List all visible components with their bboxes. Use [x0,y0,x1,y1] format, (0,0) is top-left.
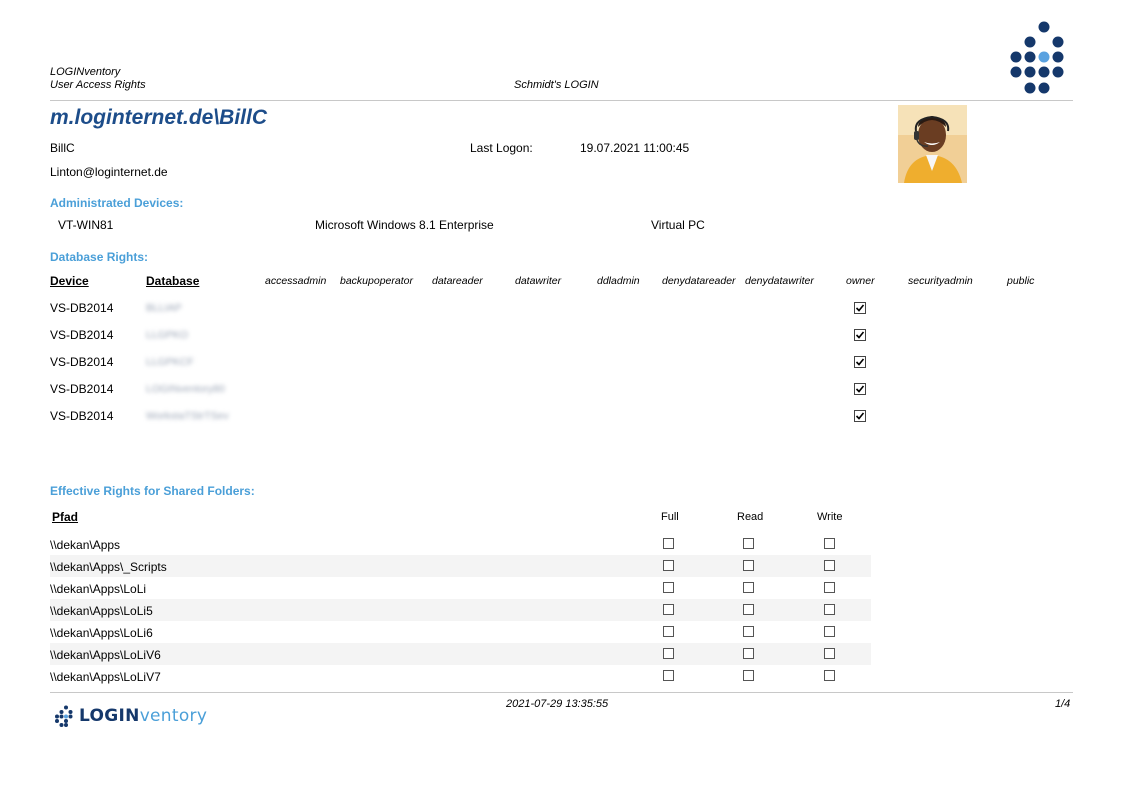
checkmark-icon [855,331,865,339]
db-row-device: VS-DB2014 [50,355,114,369]
db-row-device: VS-DB2014 [50,409,114,423]
dot-hexagon-logo-icon [55,705,73,727]
folder-path: \\dekan\Apps\LoLi6 [50,626,153,640]
footer-timestamp: 2021-07-29 13:35:55 [506,698,609,710]
write-checkbox[interactable] [824,560,835,571]
full-checkbox[interactable] [663,582,674,593]
read-checkbox[interactable] [743,538,754,549]
checkmark-icon [855,385,865,393]
footer-logo-text-light: ventory [139,706,208,726]
user-photo [898,105,967,183]
db-row-device: VS-DB2014 [50,382,114,396]
col-header-datareader: datareader [432,275,483,287]
read-checkbox[interactable] [743,560,754,571]
full-checkbox[interactable] [663,670,674,681]
report-name: User Access Rights [50,79,146,91]
read-checkbox[interactable] [743,670,754,681]
col-header-device: Device [50,274,89,288]
col-header-path: Pfad [52,510,79,524]
checkmark-icon [855,358,865,366]
dot-hexagon-logo-icon [1010,21,1064,94]
user-email: Linton@loginternet.de [50,165,168,179]
db-row-database: LOGINventory80 [146,383,225,395]
device-os: Microsoft Windows 8.1 Enterprise [315,218,494,232]
col-header-write: Write [817,511,843,523]
db-row-database: LLGPKCF [146,356,194,368]
db-row-device: VS-DB2014 [50,301,114,315]
col-header-backupoperator: backupoperator [340,275,413,287]
owner-checkbox[interactable] [854,383,866,395]
owner-checkbox[interactable] [854,302,866,314]
read-checkbox[interactable] [743,626,754,637]
user-name: BillC [50,141,75,155]
report-header-left: LOGINventory User Access Rights [50,66,146,92]
footer-divider [50,692,1073,693]
administrated-devices-heading: Administrated Devices: [50,196,184,210]
company-title: Schmidt's LOGIN [514,79,599,91]
db-row-database: BLLIAP [146,302,182,314]
full-checkbox[interactable] [663,604,674,615]
read-checkbox[interactable] [743,582,754,593]
col-header-full: Full [661,511,679,523]
full-checkbox[interactable] [663,560,674,571]
db-row-database: LLGPKO [146,329,189,341]
write-checkbox[interactable] [824,670,835,681]
checkmark-icon [855,412,865,420]
page-number: 1/4 [1055,698,1071,710]
user-account-title: m.loginternet.de\BillC [50,106,268,129]
folder-path: \\dekan\Apps\LoLiV7 [50,670,161,684]
col-header-owner: owner [846,275,875,287]
shared-folders-heading: Effective Rights for Shared Folders: [50,484,255,498]
full-checkbox[interactable] [663,648,674,659]
folder-path: \\dekan\Apps\LoLi [50,582,147,596]
col-header-accessadmin: accessadmin [265,275,327,287]
write-checkbox[interactable] [824,648,835,659]
db-row-device: VS-DB2014 [50,328,114,342]
read-checkbox[interactable] [743,604,754,615]
col-header-denydatawriter: denydatawriter [745,275,814,287]
folder-path: \\dekan\Apps\_Scripts [50,560,167,574]
owner-checkbox[interactable] [854,410,866,422]
header-divider [50,100,1073,101]
full-checkbox[interactable] [663,626,674,637]
read-checkbox[interactable] [743,648,754,659]
write-checkbox[interactable] [824,604,835,615]
col-header-database: Database [146,274,200,288]
col-header-datawriter: datawriter [515,275,562,287]
folder-path: \\dekan\Apps [50,538,121,552]
app-name: LOGINventory [50,66,121,78]
device-name: VT-WIN81 [58,218,114,232]
write-checkbox[interactable] [824,538,835,549]
col-header-ddladmin: ddladmin [597,275,640,287]
folder-path: \\dekan\Apps\LoLiV6 [50,648,161,662]
owner-checkbox[interactable] [854,329,866,341]
col-header-read: Read [737,511,764,523]
footer-logo-text-bold: LOGIN [79,706,140,726]
col-header-denydatareader: denydatareader [662,275,736,287]
db-row-database: WorkstaTStrTSev [146,410,229,422]
full-checkbox[interactable] [663,538,674,549]
owner-checkbox[interactable] [854,356,866,368]
last-logon-value: 19.07.2021 11:00:45 [580,141,690,155]
write-checkbox[interactable] [824,626,835,637]
device-type: Virtual PC [651,218,705,232]
col-header-public: public [1007,275,1035,287]
database-rights-heading: Database Rights: [50,250,149,264]
checkmark-icon [855,304,865,312]
write-checkbox[interactable] [824,582,835,593]
col-header-securityadmin: securityadmin [908,275,973,287]
folder-path: \\dekan\Apps\LoLi5 [50,604,153,618]
footer-logo: LOGIN ventory [53,705,207,727]
last-logon-label: Last Logon: [470,141,533,155]
